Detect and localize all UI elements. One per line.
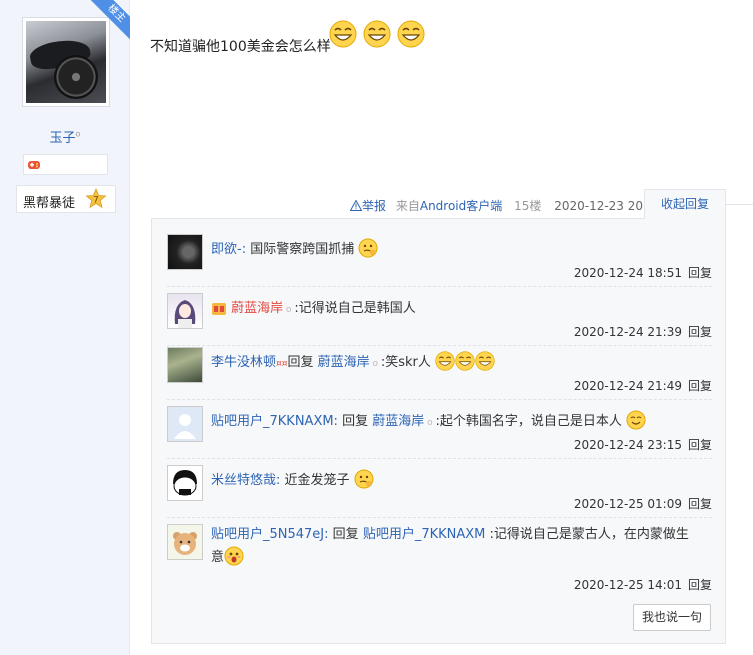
user-badge[interactable] [23,154,108,175]
reply-time: 2020-12-24 18:51 [573,266,682,280]
reply-time: 2020-12-24 21:49 [573,379,682,393]
reply-label-text: 回复 [332,527,359,542]
reply-username[interactable]: 贴吧用户_5N547eJ: [211,527,329,542]
reply-username[interactable]: 米丝特悠哉: [211,473,280,488]
author-username[interactable]: 玉子o [0,127,130,146]
reply-button[interactable]: 回复 [688,578,712,592]
level-badge[interactable]: 黑帮暴徒 7 [16,185,116,213]
reply-label-text: 回复 [287,355,314,370]
reply-avatar[interactable] [167,293,203,329]
collapse-replies-button[interactable]: 收起回复 [644,189,726,219]
op-ribbon: 楼主 [88,0,130,42]
divider [726,204,753,205]
vip-badge-icon [212,303,226,315]
level-label: 黑帮暴徒 [23,196,76,211]
grin-emoji-icon [475,351,495,371]
report-link[interactable]: 举报 [349,199,386,213]
shocked-emoji-icon [224,546,244,566]
reply-meta: 2020-12-24 21:49 回复 [574,377,712,394]
grin-emoji-icon [329,20,357,48]
reply-label-text: 回复 [342,414,369,429]
reply-time: 2020-12-25 01:09 [573,497,682,511]
reply-meta: 2020-12-24 21:39 回复 [574,323,712,340]
reply-target-user[interactable]: 蔚蓝海岸 [372,414,424,429]
replies-panel: 即欲-: 国际警察跨国抓捕 2020-12-24 18:51 回复 蔚蓝海岸 o … [151,218,726,644]
reply-target-user[interactable]: 蔚蓝海岸 [318,355,370,370]
client-link[interactable]: Android客户端 [420,199,502,213]
post-content: 不知道骗他100美金会怎么样 [150,39,331,55]
author-column: 楼主 玉子o 黑帮暴徒 7 [0,0,130,655]
reply-button[interactable]: 回复 [688,325,712,339]
reply-button[interactable]: 回复 [688,438,712,452]
reply-avatar[interactable] [167,524,203,560]
reply-text-continued: 意 [211,550,225,565]
anime-girl-avatar [174,300,196,328]
post-emoticons [329,20,427,48]
reply-avatar[interactable] [167,347,203,383]
grin-emoji-icon [397,20,425,48]
reply-time: 2020-12-24 23:15 [573,438,682,452]
reply-avatar[interactable] [167,406,203,442]
bear-avatar [173,532,197,555]
gamepad-badge-icon [28,161,40,169]
reply-meta: 2020-12-25 01:09 回复 [574,495,712,512]
reply-text: 近金发笼子 [280,473,350,488]
reply-target-user[interactable]: 贴吧用户_7KKNAXM [363,527,486,542]
post-tail: 举报 来自Android客户端 15楼 2020-12-23 20:50 [349,197,662,214]
grin-emoji-icon [455,351,475,371]
smirk-emoji-icon [354,469,374,489]
cartoon-face-avatar [173,470,197,496]
level-star-icon: 7 [85,188,107,209]
reply-text: :记得说自己是蒙古人，在内蒙做生 [489,527,689,542]
reply-button[interactable]: 回复 [688,497,712,511]
reply-username[interactable]: 贴吧用户_7KKNAXM: [211,414,338,429]
svg-text:7: 7 [93,196,99,206]
reply-username[interactable]: 即欲-: [211,242,246,257]
reply-username[interactable]: 李牛没林顿 [211,355,276,370]
smile-emoji-icon [626,410,646,430]
reply-button[interactable]: 回复 [688,379,712,393]
smirk-emoji-icon [358,238,378,258]
reply-avatar[interactable] [167,234,203,270]
reply-button[interactable]: 回复 [688,266,712,280]
reply-avatar[interactable] [167,465,203,501]
reply-text: :笑skr人 [380,355,431,370]
grin-emoji-icon [435,351,455,371]
default-user-avatar [174,414,196,439]
floor-number: 15楼 [514,199,542,213]
reply-text: :起个韩国名字，说自己是日本人 [435,414,622,429]
reply-time: 2020-12-24 21:39 [573,325,682,339]
client-source: 来自Android客户端 [395,199,503,213]
reply-meta: 2020-12-25 14:01 回复 [574,576,712,593]
reply-meta: 2020-12-24 18:51 回复 [574,264,712,281]
grin-emoji-icon [363,20,391,48]
reply-username[interactable]: 蔚蓝海岸 [231,301,283,316]
reply-text: :记得说自己是韩国人 [294,301,416,316]
add-reply-button[interactable]: 我也说一句 [633,604,711,631]
warning-icon [349,199,363,211]
reply-time: 2020-12-25 14:01 [573,578,682,592]
reply-text: 国际警察跨国抓捕 [246,242,355,257]
reply-meta: 2020-12-24 23:15 回复 [574,436,712,453]
